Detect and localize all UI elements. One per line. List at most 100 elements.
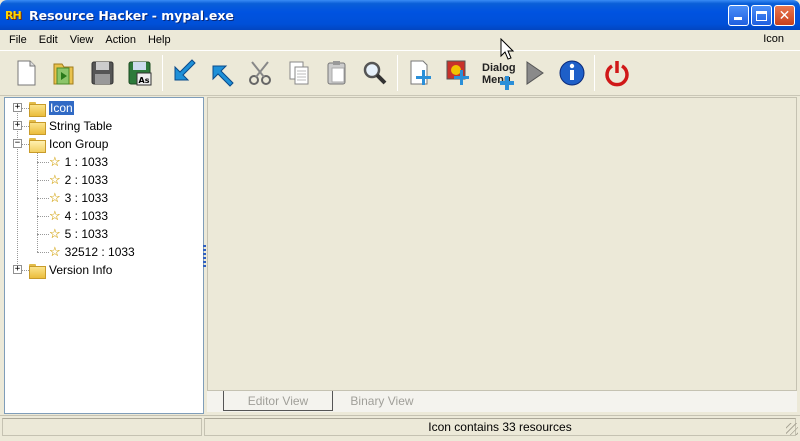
save-disk-icon — [91, 61, 114, 85]
expand-icon[interactable]: + — [13, 121, 22, 130]
add-image-resource-button[interactable] — [442, 56, 474, 90]
open-file-button[interactable] — [48, 56, 80, 90]
import-button[interactable] — [169, 56, 201, 90]
compile-run-button[interactable] — [518, 56, 550, 90]
app-logo-icon: RH — [5, 8, 22, 22]
about-button[interactable] — [556, 56, 588, 90]
open-folder-icon — [53, 63, 74, 85]
collapse-icon[interactable]: − — [13, 139, 22, 148]
folder-icon — [29, 263, 46, 279]
maximize-icon — [756, 10, 767, 21]
copy-button[interactable] — [283, 56, 315, 90]
tree-node-label: 5 : 1033 — [64, 227, 109, 241]
add-dialog-menu-button[interactable]: Dialog Menu — [480, 56, 516, 90]
add-plus-icon — [500, 76, 514, 90]
current-type-label: Icon — [763, 33, 784, 45]
info-icon — [559, 60, 585, 86]
tree-node-version-info[interactable]: Version Info — [29, 261, 112, 279]
minimize-icon — [734, 17, 742, 20]
folder-icon — [29, 119, 46, 135]
new-file-icon — [17, 60, 36, 86]
close-icon: ✕ — [778, 7, 791, 24]
tree-leaf-32512-1033[interactable]: ☆ 32512 : 1033 — [49, 243, 135, 261]
status-text: Icon contains 33 resources — [428, 420, 572, 434]
maximize-button[interactable] — [751, 5, 772, 26]
save-button[interactable] — [86, 56, 118, 90]
new-file-button[interactable] — [10, 56, 42, 90]
minimize-button[interactable] — [728, 5, 749, 26]
star-icon: ☆ — [49, 226, 61, 241]
star-icon: ☆ — [49, 190, 61, 205]
toolbar-separator — [594, 55, 595, 91]
scissors-icon — [249, 61, 271, 85]
clipboard-icon — [327, 61, 346, 85]
tree-node-label: 3 : 1033 — [64, 191, 109, 205]
menu-file[interactable]: File — [3, 34, 33, 46]
status-message: Icon contains 33 resources — [204, 418, 796, 436]
add-blank-icon — [410, 60, 431, 85]
view-tabs: Editor View Binary View — [207, 390, 797, 412]
tree-leaf-5-1033[interactable]: ☆ 5 : 1033 — [49, 225, 108, 243]
resource-tree[interactable]: + Icon + String Table − Icon Group ☆ 1 :… — [4, 97, 204, 414]
title-bar[interactable]: RH Resource Hacker - mypal.exe ✕ — [0, 0, 800, 30]
toolbar: As Dialog Menu — [0, 50, 800, 96]
paste-button[interactable] — [321, 56, 353, 90]
open-folder-icon — [29, 137, 46, 153]
toolbar-separator — [397, 55, 398, 91]
tree-node-label: 32512 : 1033 — [64, 245, 135, 259]
tree-node-label: Icon Group — [49, 137, 109, 151]
star-icon: ☆ — [49, 154, 61, 169]
folder-icon — [29, 101, 46, 117]
window-title: Resource Hacker - mypal.exe — [29, 7, 234, 23]
tab-binary-view[interactable]: Binary View — [337, 391, 427, 411]
tab-editor-view[interactable]: Editor View — [223, 391, 333, 411]
tree-node-label: 1 : 1033 — [64, 155, 109, 169]
export-button[interactable] — [207, 56, 239, 90]
splitter-handle[interactable] — [203, 245, 206, 269]
power-icon — [605, 61, 629, 87]
play-icon — [526, 61, 544, 85]
find-button[interactable] — [359, 56, 391, 90]
save-as-button[interactable]: As — [124, 56, 156, 90]
svg-text:As: As — [139, 76, 150, 85]
dialog-label-line1: Dialog — [482, 62, 516, 74]
mouse-cursor-icon — [500, 38, 514, 60]
status-cell-left — [2, 418, 202, 436]
window-controls: ✕ — [728, 5, 795, 26]
add-image-icon — [446, 60, 469, 85]
menu-edit[interactable]: Edit — [33, 34, 64, 46]
tree-node-label: 2 : 1033 — [64, 173, 109, 187]
star-icon: ☆ — [49, 244, 61, 259]
menu-view[interactable]: View — [64, 34, 100, 46]
tree-node-icon[interactable]: Icon — [29, 99, 74, 117]
magnifier-icon — [363, 61, 387, 85]
expand-icon[interactable]: + — [13, 103, 22, 112]
tree-leaf-1-1033[interactable]: ☆ 1 : 1033 — [49, 153, 108, 171]
add-blank-resource-button[interactable] — [404, 56, 436, 90]
star-icon: ☆ — [49, 172, 61, 187]
arrow-up-left-icon — [212, 65, 234, 87]
arrow-down-left-icon — [174, 59, 196, 81]
close-button[interactable]: ✕ — [774, 5, 795, 26]
menu-help[interactable]: Help — [142, 34, 177, 46]
save-as-icon: As — [128, 61, 152, 86]
editor-pane[interactable] — [207, 97, 797, 391]
status-bar: Icon contains 33 resources — [0, 415, 800, 441]
cut-button[interactable] — [245, 56, 277, 90]
expand-icon[interactable]: + — [13, 265, 22, 274]
copy-icon — [289, 61, 309, 85]
resize-grip-icon[interactable] — [786, 423, 798, 435]
tree-node-label: Icon — [49, 101, 74, 115]
tree-leaf-4-1033[interactable]: ☆ 4 : 1033 — [49, 207, 108, 225]
tree-node-label: Version Info — [49, 263, 113, 277]
exit-button[interactable] — [601, 56, 633, 90]
tree-node-string-table[interactable]: String Table — [29, 117, 112, 135]
tree-leaf-2-1033[interactable]: ☆ 2 : 1033 — [49, 171, 108, 189]
tree-node-icon-group[interactable]: Icon Group — [29, 135, 108, 153]
tree-leaf-3-1033[interactable]: ☆ 3 : 1033 — [49, 189, 108, 207]
toolbar-separator — [162, 55, 163, 91]
tree-node-label: String Table — [49, 119, 113, 133]
menu-action[interactable]: Action — [99, 34, 142, 46]
star-icon: ☆ — [49, 208, 61, 223]
tree-node-label: 4 : 1033 — [64, 209, 109, 223]
